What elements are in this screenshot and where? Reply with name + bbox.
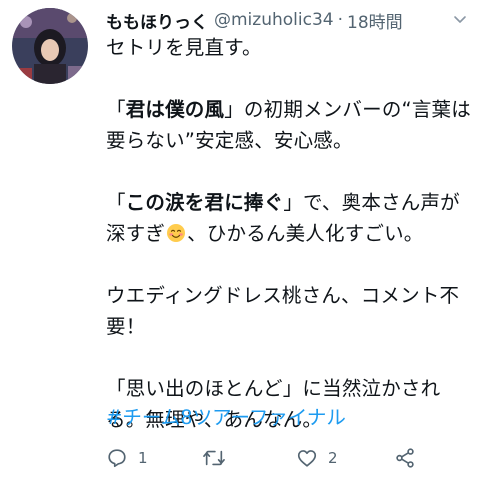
more-options-icon[interactable] <box>450 8 470 32</box>
tweet-line: セトリを見直す。 <box>106 36 262 59</box>
retweet-button[interactable] <box>202 444 226 472</box>
tweet-line-part: 深すぎ <box>106 222 166 245</box>
author-name[interactable]: ももほりっく <box>106 8 208 33</box>
like-count: 2 <box>328 449 338 467</box>
tweet-line-rest: 」の初期メンバーの“言葉は <box>224 98 471 121</box>
song-title: 君は僕の風 <box>125 98 225 121</box>
share-button[interactable] <box>394 444 416 472</box>
avatar-image <box>12 8 88 84</box>
tweet-line-rest: 」で、奥本さん声が <box>283 191 460 214</box>
song-title: この涙を君に捧ぐ <box>125 191 284 214</box>
hashtag-link[interactable]: #チーム8ツアーファイナル <box>106 404 346 432</box>
tweet-text: セトリを見直す。 「君は僕の風」の初期メンバーの“言葉は 要らない”安定感、安心… <box>106 32 471 435</box>
reply-button[interactable]: 1 <box>106 444 148 472</box>
reply-icon <box>106 447 128 469</box>
avatar[interactable] <box>12 8 88 84</box>
tweet-line-part: 、ひかるん美人化すごい。 <box>187 222 424 245</box>
share-icon <box>394 447 416 469</box>
retweet-icon <box>202 447 226 469</box>
tweet-line: 「この涙を君に捧ぐ」で、奥本さん声が <box>106 191 460 214</box>
tweet-line: ウエディングドレス桃さん、コメント不 <box>106 284 460 307</box>
reply-count: 1 <box>138 449 148 467</box>
like-button[interactable]: 2 <box>296 444 338 472</box>
separator-dot: · <box>337 10 343 30</box>
tweet-header: ももほりっく @mizuholic34 · 18時間 <box>106 8 470 33</box>
tweet-line: 「君は僕の風」の初期メンバーの“言葉は <box>106 98 471 121</box>
smiling-face-emoji-icon <box>166 221 186 242</box>
tweet-line: 「思い出のほとんど」に当然泣かされ <box>106 377 441 400</box>
tweet-line: 要！ <box>106 315 146 338</box>
tweet-line: 要らない”安定感、安心感。 <box>106 129 353 152</box>
timestamp[interactable]: 18時間 <box>347 8 403 33</box>
tweet-line: 深すぎ 、ひかるん美人化すごい。 <box>106 218 470 249</box>
author-handle[interactable]: @mizuholic34 <box>214 10 334 30</box>
tweet-actions: 1 2 <box>106 444 426 472</box>
heart-icon <box>296 447 318 469</box>
